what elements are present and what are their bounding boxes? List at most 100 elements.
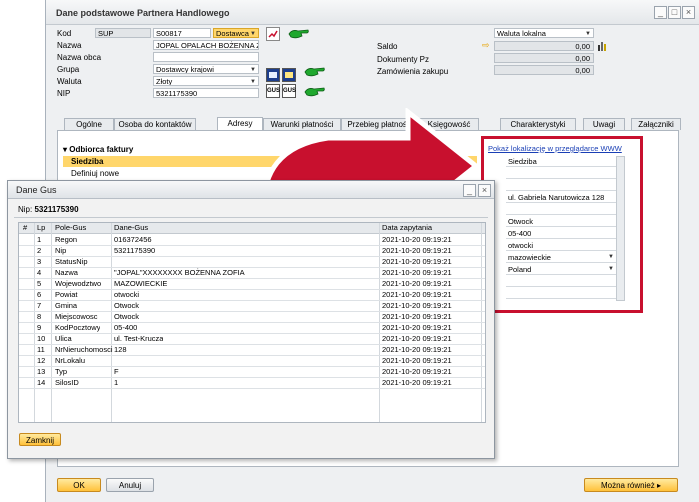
pointing-hand-icon[interactable]: [288, 26, 310, 40]
col-data-zapytania[interactable]: Data zapytania: [382, 223, 432, 233]
row-dane-gus: MAZOWIECKIE: [114, 279, 168, 288]
row-lp: 12: [37, 356, 46, 365]
row-data-zapytania: 2021-10-20 09:19:21: [382, 290, 452, 299]
col-pole-gus[interactable]: Pole-Gus: [55, 223, 86, 233]
grupa-select[interactable]: Dostawcy krajowi: [153, 64, 259, 74]
row-pole-gus: Wojewodztwo: [55, 279, 102, 288]
gus-table: # Lp Pole-Gus Dane-Gus Data zapytania 1 R…: [18, 222, 486, 423]
gus-close-icon[interactable]: ×: [478, 184, 491, 197]
gus-nip-line: Nip: 5321175390: [18, 205, 79, 214]
row-lp: 2: [37, 246, 42, 255]
address-group[interactable]: ▾ Odbiorca faktury: [63, 145, 133, 154]
minimize-icon[interactable]: _: [654, 6, 667, 19]
tab-uwagi[interactable]: Uwagi: [583, 118, 625, 130]
row-lp: 11: [37, 345, 45, 354]
pointing-hand-icon-3[interactable]: [304, 84, 326, 98]
tab-charakterystyki[interactable]: Charakterystyki: [500, 118, 576, 130]
row-lp: 7: [37, 301, 42, 310]
cancel-button[interactable]: Anuluj: [106, 478, 154, 492]
col-dane-gus[interactable]: Dane-Gus: [114, 223, 148, 233]
window-titlebar: Dane podstawowe Partnera Handlowego _ □ …: [46, 0, 699, 25]
tab-ogolne[interactable]: Ogólne: [64, 118, 114, 130]
dokumenty-field: 0,00: [494, 53, 594, 63]
row-data-zapytania: 2021-10-20 09:19:21: [382, 235, 452, 244]
nazwa-field[interactable]: JOPAL OPALACH BOŻENNA ZO: [153, 40, 259, 50]
gus-minimize-icon[interactable]: _: [463, 184, 476, 197]
kod-field[interactable]: S00817: [153, 28, 211, 38]
address-line-12-field[interactable]: [506, 288, 616, 299]
maximize-icon[interactable]: □: [668, 6, 681, 19]
row-pole-gus: Typ: [55, 367, 68, 376]
tab-zalaczniki[interactable]: Załączniki: [631, 118, 681, 130]
address-name-field[interactable]: Siedziba: [506, 156, 616, 167]
gus-logo-icon-2[interactable]: GUS: [282, 84, 296, 98]
row-dane-gus: 05-400: [114, 323, 138, 332]
col-lp[interactable]: Lp: [37, 223, 45, 233]
close-button[interactable]: Zamknij: [19, 433, 61, 446]
address-state-select[interactable]: mazowieckie: [506, 252, 616, 263]
tab-osoba-do-kontaktow[interactable]: Osoba do kontaktów: [114, 118, 196, 130]
nazwa-obca-label: Nazwa obca: [57, 53, 102, 62]
bar-chart-icon[interactable]: [597, 40, 609, 51]
address-county-field[interactable]: otwocki: [506, 240, 616, 251]
dokumenty-label: Dokumenty Pz: [377, 55, 430, 64]
row-dane-gus: ul. Test-Krucza: [114, 334, 164, 343]
row-lp: 1: [37, 235, 42, 244]
gus-title: Dane Gus: [16, 185, 57, 195]
address-postcode-field[interactable]: 05-400: [506, 228, 616, 239]
row-data-zapytania: 2021-10-20 09:19:21: [382, 279, 452, 288]
nazwa-obca-field[interactable]: [153, 52, 259, 62]
row-lp: 8: [37, 312, 42, 321]
window-title: Dane podstawowe Partnera Handlowego: [56, 8, 230, 18]
grupa-label: Grupa: [57, 65, 80, 74]
row-lp: 3: [37, 257, 42, 266]
row-dane-gus: 5321175390: [114, 246, 156, 255]
address-scrollbar[interactable]: [616, 156, 625, 301]
close-icon[interactable]: ×: [682, 6, 695, 19]
saldo-label: Saldo: [377, 42, 398, 51]
address-line-2-field[interactable]: [506, 168, 616, 179]
row-pole-gus: KodPocztowy: [55, 323, 101, 332]
partner-type-select[interactable]: Dostawca: [213, 28, 259, 38]
row-pole-gus: Regon: [55, 235, 78, 244]
address-street-field[interactable]: ul. Gabriela Narutowicza 128: [506, 192, 616, 203]
zamowienia-label: Zamówienia zakupu: [377, 67, 449, 76]
pointing-hand-icon-2[interactable]: [304, 64, 326, 78]
address-line-3-field[interactable]: [506, 180, 616, 191]
row-data-zapytania: 2021-10-20 09:19:21: [382, 312, 452, 321]
address-city-field[interactable]: Otwock: [506, 216, 616, 227]
address-line-5-field[interactable]: [506, 204, 616, 215]
gus-search-icon[interactable]: [266, 68, 280, 82]
row-lp: 14: [37, 378, 46, 387]
row-data-zapytania: 2021-10-20 09:19:21: [382, 367, 452, 376]
show-location-link[interactable]: Pokaż lokalizację w przeglądarce WWW: [488, 144, 622, 153]
waluta-lokalna-select[interactable]: Waluta lokalna: [494, 28, 594, 38]
row-data-zapytania: 2021-10-20 09:19:21: [382, 323, 452, 332]
ok-button[interactable]: OK: [57, 478, 101, 492]
address-country-select[interactable]: Poland: [506, 264, 616, 275]
gus-dialog: Dane Gus _ × Nip: 5321175390 # Lp Pole-G…: [7, 180, 495, 459]
row-pole-gus: NrLokalu: [55, 356, 86, 365]
row-lp: 10: [37, 334, 46, 343]
kod-series-field[interactable]: SUP: [95, 28, 151, 38]
address-line-11-field[interactable]: [506, 276, 616, 287]
row-dane-gus: F: [114, 367, 119, 376]
tab-adresy[interactable]: Adresy: [217, 117, 263, 131]
table-row[interactable]: 14 SilosID 1 2021-10-20 09:19:21: [19, 377, 485, 389]
address-define-new[interactable]: Definiuj nowe: [71, 169, 119, 178]
waluta-label: Waluta: [57, 77, 82, 86]
arrow-right-icon[interactable]: ⇨: [482, 40, 490, 51]
row-dane-gus: Otwock: [114, 301, 140, 310]
waluta-select[interactable]: Złoty: [153, 76, 259, 86]
nip-field[interactable]: 5321175390: [153, 88, 259, 98]
saldo-field: 0,00: [494, 41, 594, 51]
gus-logo-icon[interactable]: GUS: [266, 84, 280, 98]
also-possible-button[interactable]: Można również ▸: [584, 478, 678, 492]
gus-table-header: # Lp Pole-Gus Dane-Gus Data zapytania: [19, 223, 485, 234]
nip-label: NIP: [57, 89, 71, 98]
row-pole-gus: NrNieruchomosci: [55, 345, 113, 354]
gus-map-icon[interactable]: [282, 68, 296, 82]
col-hash[interactable]: #: [23, 223, 27, 233]
edit-icon[interactable]: [266, 27, 280, 41]
address-detail-panel: Pokaż lokalizację w przeglądarce WWW Sie…: [481, 136, 643, 313]
